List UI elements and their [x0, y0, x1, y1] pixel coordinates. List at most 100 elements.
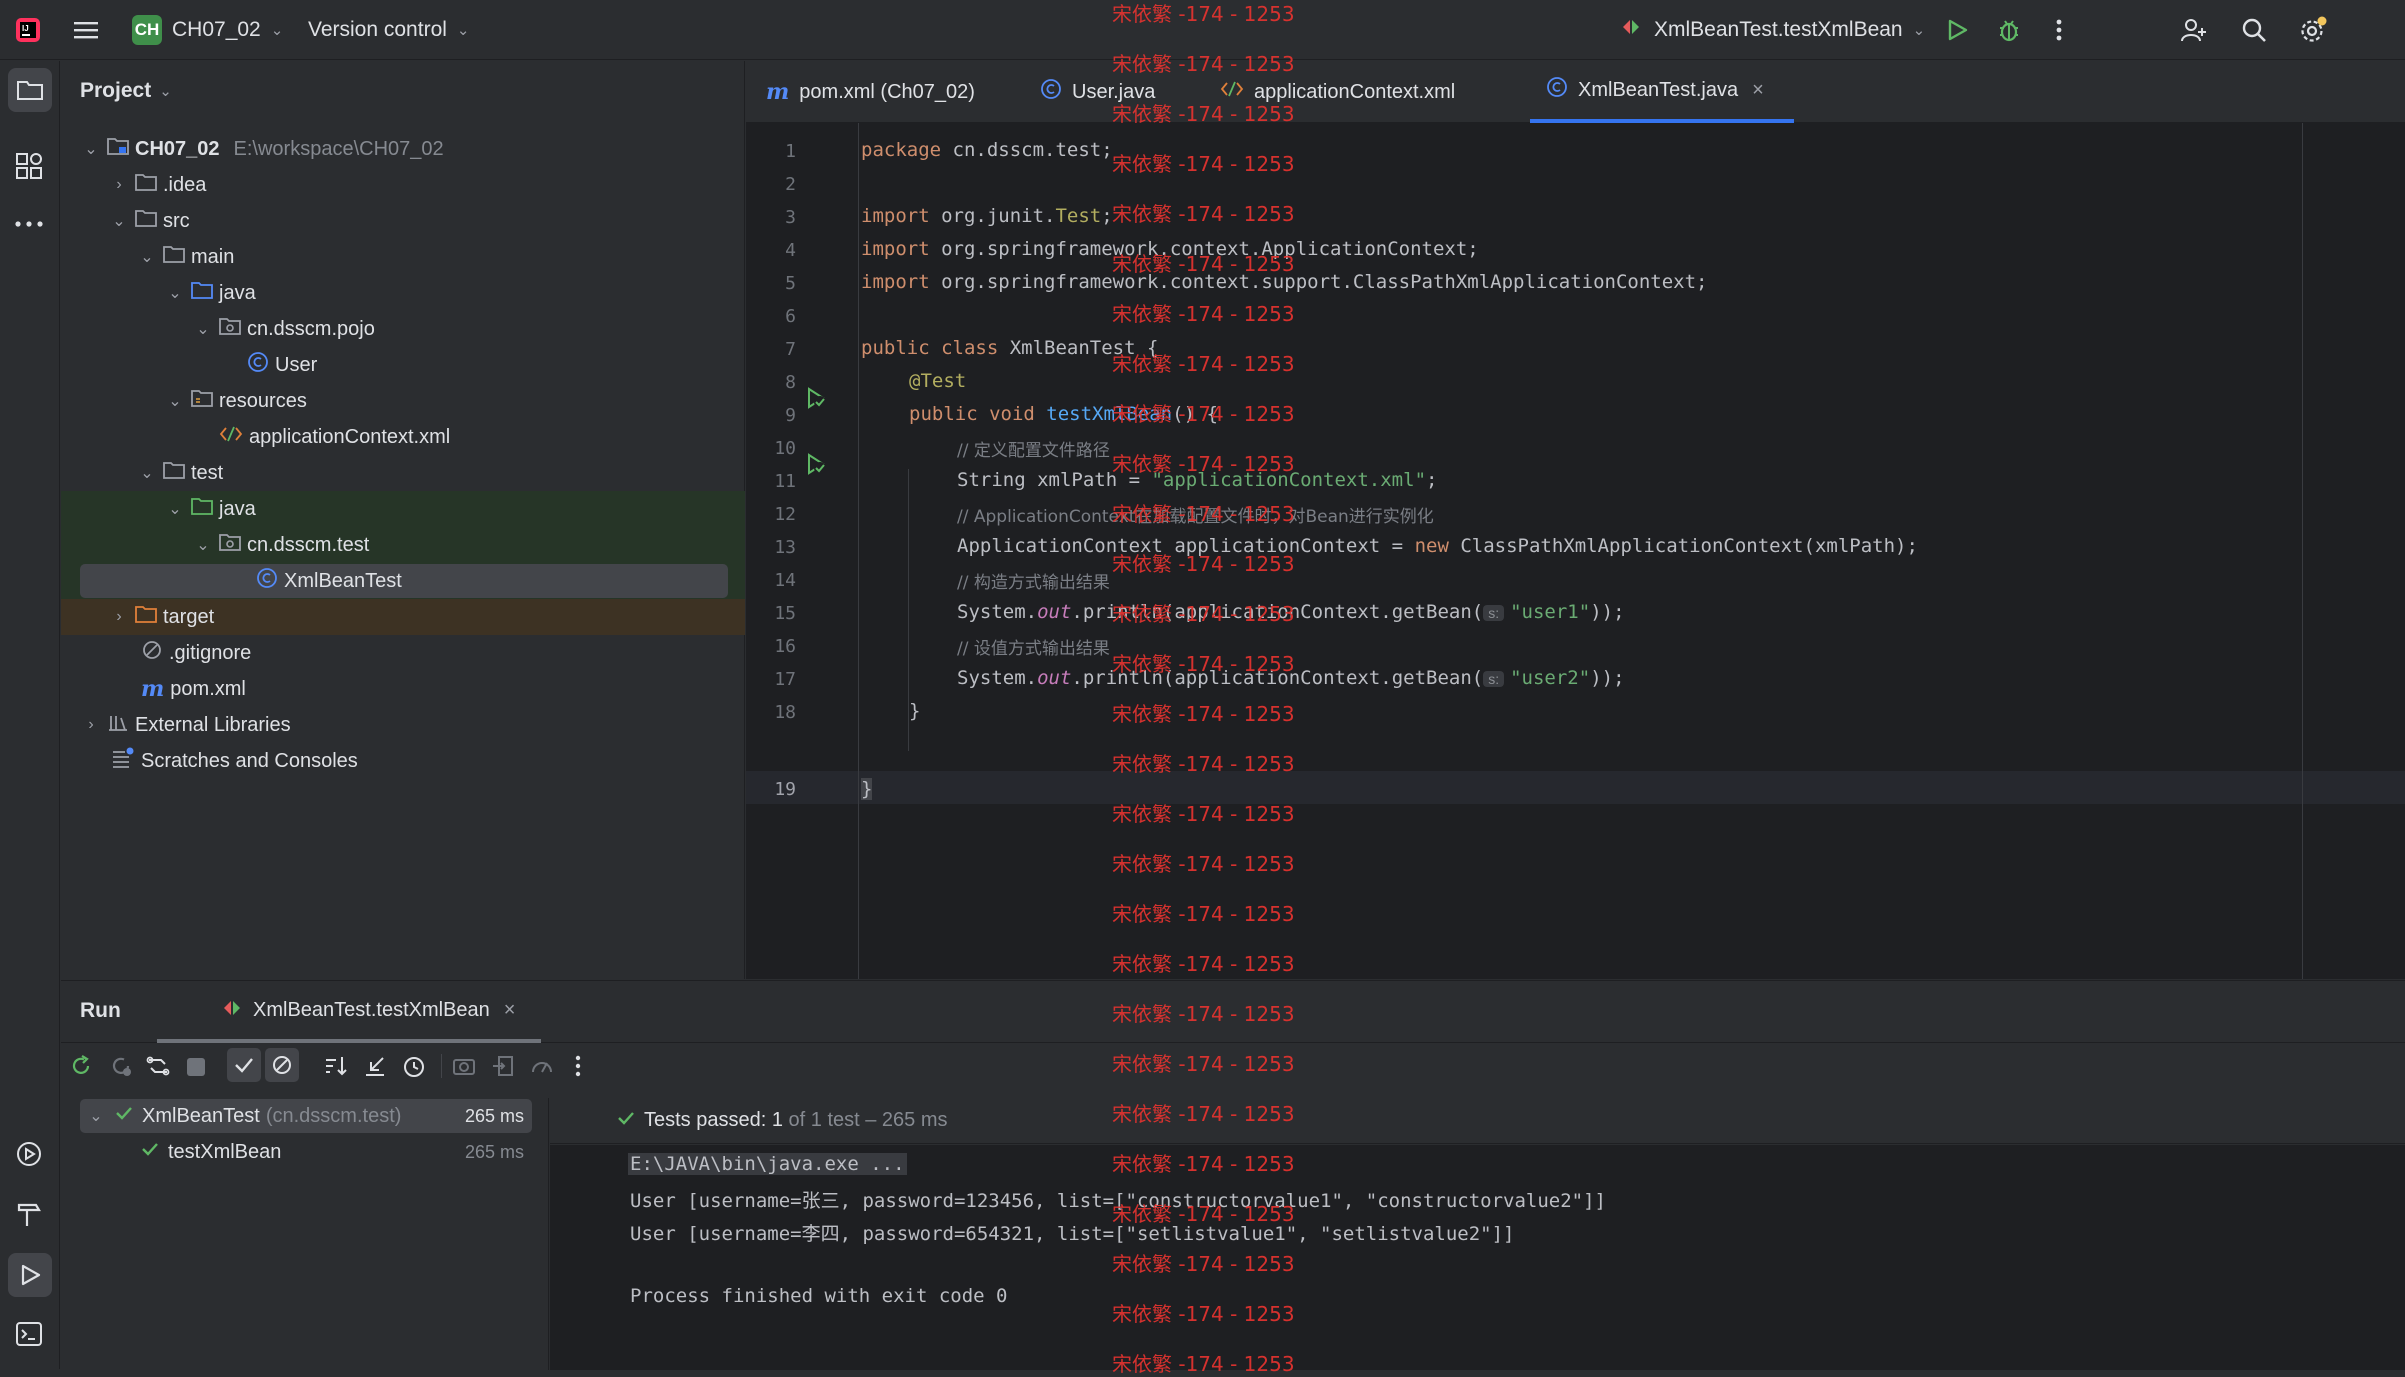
chevron-down-icon: ⌄: [456, 22, 470, 39]
tree-label: User: [275, 353, 318, 376]
tree-item-resources[interactable]: ⌄ resources: [61, 383, 745, 419]
project-panel-header[interactable]: Project ⌄: [80, 61, 172, 121]
test-method-row[interactable]: testXmlBean 265 ms: [80, 1135, 532, 1169]
class-icon: [1546, 76, 1568, 104]
sort-alphabetically-icon[interactable]: [323, 1054, 349, 1083]
stop-icon[interactable]: [187, 1058, 205, 1076]
more-options-icon[interactable]: [573, 1054, 583, 1083]
folder-icon: [135, 209, 157, 233]
chevron-right-icon[interactable]: ›: [109, 608, 129, 626]
search-icon[interactable]: [2240, 0, 2268, 60]
run-tab-label: XmlBeanTest.testXmlBean: [253, 998, 490, 1021]
build-hammer-icon[interactable]: [14, 1199, 44, 1234]
run-test-gutter-icon[interactable]: [804, 386, 828, 415]
chevron-down-icon[interactable]: ⌄: [137, 247, 157, 267]
chevron-down-icon[interactable]: ⌄: [165, 391, 185, 411]
test-method-name: testXmlBean: [168, 1140, 282, 1163]
project-tool-folder-icon[interactable]: [8, 68, 52, 112]
run-test-gutter-icon[interactable]: [804, 452, 828, 481]
close-icon[interactable]: ×: [504, 999, 516, 1022]
app-logo-icon[interactable]: IJ: [14, 0, 42, 60]
chevron-down-icon[interactable]: ⌄: [165, 283, 185, 303]
run-icon[interactable]: [1944, 0, 1970, 60]
code-line-13: ApplicationContext applicationContext = …: [957, 535, 1918, 557]
tree-item-target[interactable]: › target: [61, 599, 745, 635]
close-icon[interactable]: ×: [1752, 79, 1764, 102]
checkmark-icon: [235, 1058, 253, 1073]
editor-tabs: m pom.xml (Ch07_02) User.java applicatio…: [746, 61, 2405, 123]
chevron-down-icon[interactable]: ⌄: [165, 499, 185, 519]
code-token: import: [861, 271, 930, 293]
tab-xmlbeantest-java[interactable]: XmlBeanTest.java ×: [1530, 61, 1794, 123]
chevron-down-icon[interactable]: ⌄: [86, 1106, 106, 1126]
chevron-down-icon[interactable]: ⌄: [109, 211, 129, 231]
code-token: // 设值方式输出结果: [957, 639, 1110, 659]
project-widget[interactable]: CH CH07_02 ⌄: [132, 0, 283, 60]
main-menu-icon[interactable]: [72, 0, 100, 60]
chevron-down-icon[interactable]: ⌄: [193, 535, 213, 555]
show-passed-toggle[interactable]: [227, 1048, 261, 1082]
tree-item-user-class[interactable]: User: [61, 347, 745, 383]
tree-item-project-root[interactable]: ⌄ CH07_02 E:\workspace\CH07_02: [61, 131, 745, 167]
code-line-3: import org.junit.Test;: [861, 205, 1113, 227]
tree-item-scratches[interactable]: Scratches and Consoles: [61, 743, 745, 779]
more-tools-icon[interactable]: [14, 216, 44, 234]
tree-item-application-context-xml[interactable]: applicationContext.xml: [61, 419, 745, 455]
resources-folder-icon: [191, 389, 213, 413]
structure-icon[interactable]: [14, 151, 44, 186]
services-icon[interactable]: [14, 1139, 44, 1174]
tree-item-external-libraries[interactable]: › External Libraries: [61, 707, 745, 743]
run-tool-icon[interactable]: [8, 1253, 52, 1297]
tab-pom-xml[interactable]: m pom.xml (Ch07_02): [766, 61, 975, 123]
chevron-down-icon[interactable]: ⌄: [137, 463, 157, 483]
tab-application-context-xml[interactable]: applicationContext.xml: [1220, 61, 1455, 123]
code-with-me-icon[interactable]: [2180, 0, 2208, 60]
test-class-row[interactable]: ⌄ XmlBeanTest (cn.dsscm.test) 265 ms: [80, 1099, 532, 1133]
source-folder-icon: [191, 281, 213, 305]
coverage-icon[interactable]: [529, 1054, 555, 1083]
tree-item-package-test[interactable]: ⌄ cn.dsscm.test: [61, 527, 745, 563]
collapse-all-icon[interactable]: [363, 1054, 387, 1083]
tab-user-java[interactable]: User.java: [1040, 61, 1155, 123]
tree-item-main[interactable]: ⌄ main: [61, 239, 745, 275]
run-config-widget[interactable]: XmlBeanTest.testXmlBean ⌄: [1620, 0, 1925, 60]
rerun-icon[interactable]: [69, 1054, 93, 1083]
tree-item-package-pojo[interactable]: ⌄ cn.dsscm.pojo: [61, 311, 745, 347]
import-tests-icon[interactable]: [491, 1054, 515, 1083]
line-number: 19: [774, 779, 796, 800]
tree-item-pom-xml[interactable]: m pom.xml: [61, 671, 745, 707]
show-ignored-toggle[interactable]: [265, 1048, 299, 1082]
tree-item-test[interactable]: ⌄ test: [61, 455, 745, 491]
tree-item-gitignore[interactable]: .gitignore: [61, 635, 745, 671]
rerun-failed-icon[interactable]: [109, 1054, 133, 1083]
chevron-right-icon[interactable]: ›: [109, 176, 129, 194]
tree-item-main-java[interactable]: ⌄ java: [61, 275, 745, 311]
test-results-tree: ⌄ XmlBeanTest (cn.dsscm.test) 265 ms tes…: [61, 1098, 549, 1370]
console-output[interactable]: E:\JAVA\bin\java.exe ... User [username=…: [550, 1145, 2405, 1370]
toggle-auto-test-icon[interactable]: [145, 1054, 171, 1083]
code-token: System.: [957, 601, 1038, 623]
chevron-down-icon[interactable]: ⌄: [193, 319, 213, 339]
chevron-down-icon[interactable]: ⌄: [81, 139, 101, 159]
code-line-12: // ApplicationContext在加载配置文件时，对Bean进行实例化: [957, 502, 1434, 527]
code-editor[interactable]: 1 2 3 4 5 6 7 8 9 10 11 12 13 14 15 16 17 18 19 package cn…: [746, 123, 2405, 979]
more-actions-icon[interactable]: [2054, 0, 2064, 60]
status-prefix: Tests passed:: [644, 1109, 772, 1131]
terminal-icon[interactable]: [14, 1319, 44, 1354]
settings-gear-icon[interactable]: [2298, 0, 2328, 60]
vcs-widget[interactable]: Version control ⌄: [308, 0, 470, 60]
tree-item-src[interactable]: ⌄ src: [61, 203, 745, 239]
line-number: 12: [774, 504, 796, 525]
tree-item-xmlbeantest[interactable]: XmlBeanTest: [80, 564, 728, 598]
test-history-icon[interactable]: [401, 1054, 427, 1085]
tree-item-test-java[interactable]: ⌄ java: [61, 491, 745, 527]
chevron-right-icon[interactable]: ›: [81, 716, 101, 734]
code-line-8: @Test: [909, 370, 966, 392]
project-panel-title: Project: [80, 79, 152, 102]
package-icon: [219, 317, 241, 341]
screenshot-icon[interactable]: [451, 1054, 477, 1083]
tree-item-idea[interactable]: › .idea: [61, 167, 745, 203]
run-tab[interactable]: XmlBeanTest.testXmlBean ×: [157, 981, 541, 1043]
debug-icon[interactable]: [1996, 0, 2022, 60]
vcs-label: Version control: [308, 18, 447, 41]
